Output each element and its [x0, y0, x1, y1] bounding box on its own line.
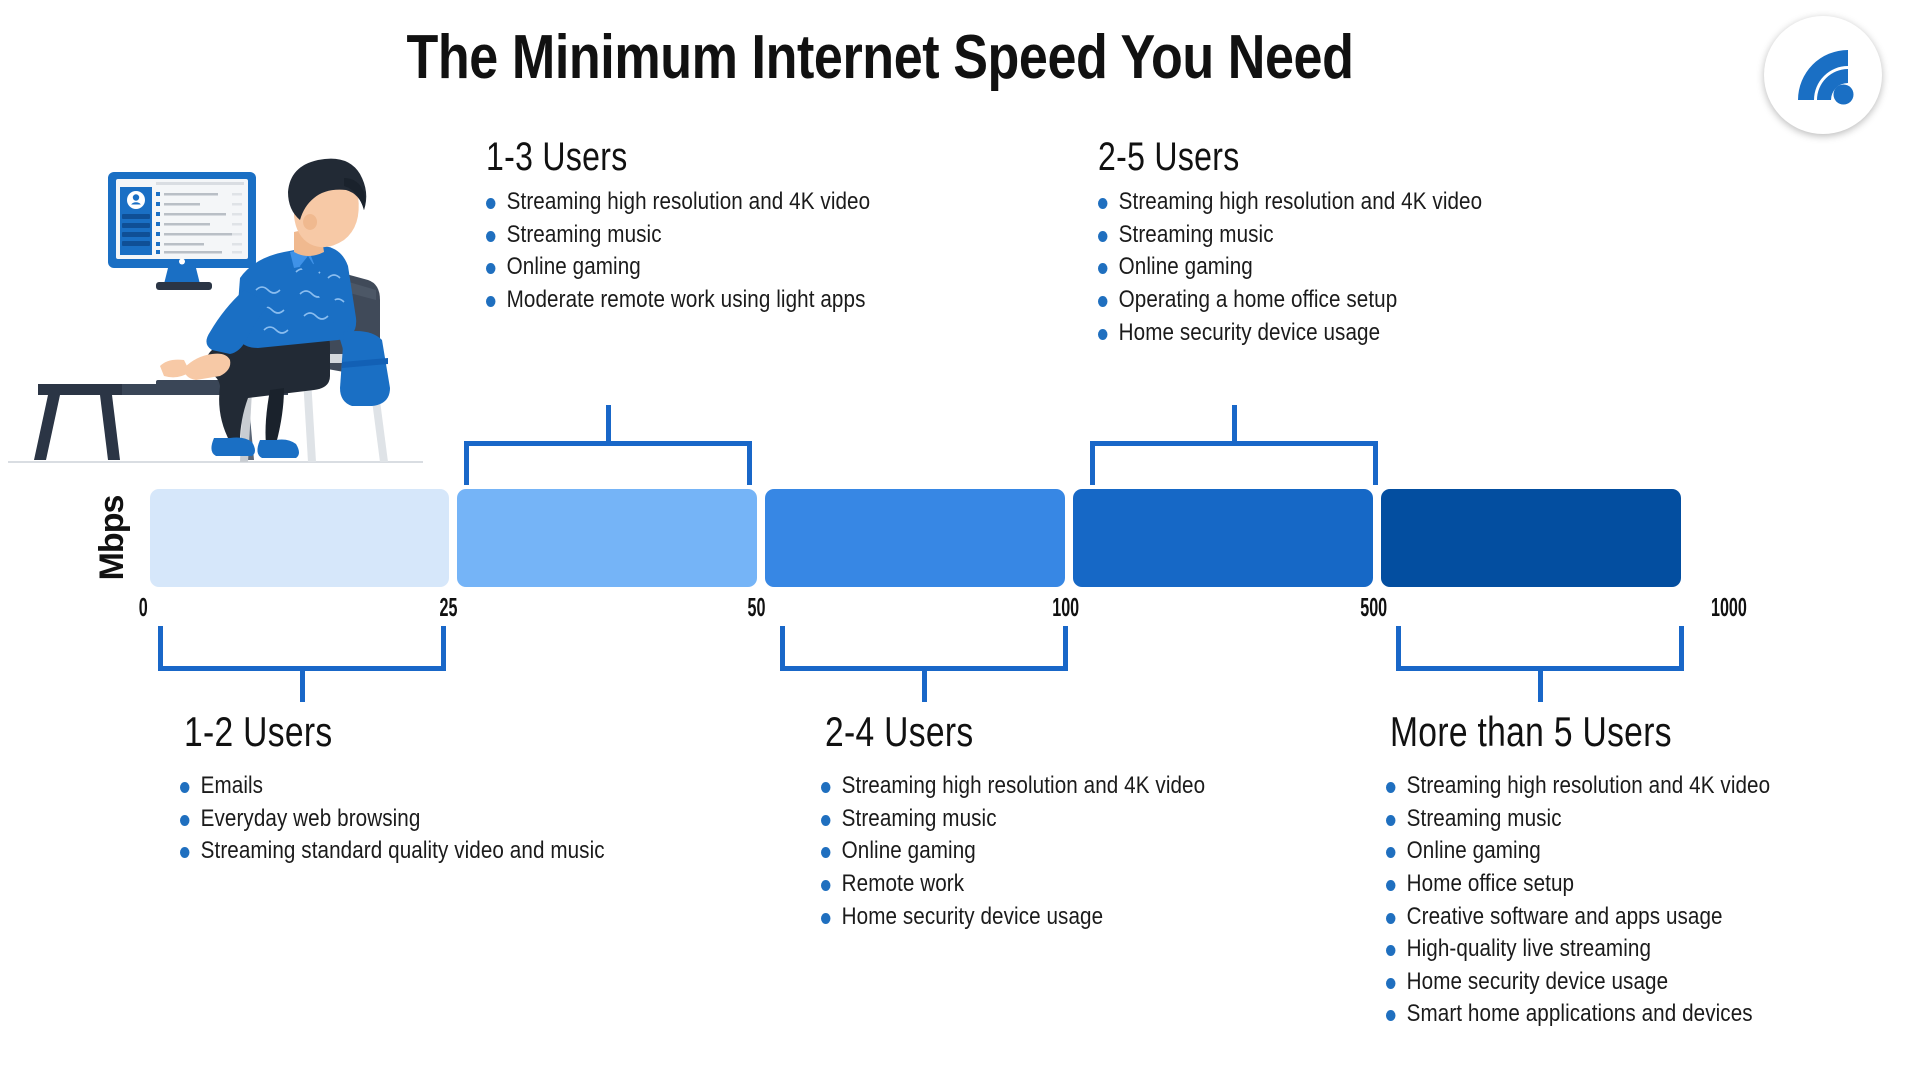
list-item: Streaming high resolution and 4K video [1098, 186, 1482, 219]
bracket-1-3-users [464, 405, 752, 485]
axis-tick-50: 50 [747, 592, 766, 622]
list-item: Online gaming [1098, 251, 1482, 284]
list-item: Streaming music [1098, 219, 1482, 252]
group-5-plus-users: More than 5 Users Streaming high resolut… [1386, 708, 1833, 1031]
list-item: Streaming music [821, 803, 1205, 836]
axis-tick-0: 0 [138, 592, 148, 622]
bar-segment-100-500 [1073, 489, 1373, 587]
bracket-2-4-users [780, 626, 1068, 702]
list-item: Creative software and apps usage [1386, 901, 1770, 934]
list-item: Streaming high resolution and 4K video [1386, 770, 1770, 803]
bar-segment-25-50 [457, 489, 757, 587]
group-5-plus-users-list: Streaming high resolution and 4K video S… [1386, 770, 1833, 1031]
list-item: Online gaming [1386, 835, 1770, 868]
group-1-2-users-list: Emails Everyday web browsing Streaming s… [180, 770, 674, 868]
group-2-5-users: 2-5 Users Streaming high resolution and … [1098, 135, 1545, 349]
axis-tick-1000: 1000 [1710, 592, 1747, 622]
group-1-2-users: 1-2 Users Emails Everyday web browsing S… [180, 708, 674, 868]
list-item: Smart home applications and devices [1386, 998, 1770, 1031]
group-2-5-users-heading: 2-5 Users [1098, 135, 1240, 179]
group-1-2-users-heading: 1-2 Users [184, 708, 333, 755]
bracket-2-5-users [1090, 405, 1378, 485]
group-1-3-users: 1-3 Users Streaming high resolution and … [486, 135, 933, 317]
axis-tick-25: 25 [439, 592, 458, 622]
axis-tick-500: 500 [1360, 592, 1388, 622]
list-item: Emails [180, 770, 605, 803]
list-item: Everyday web browsing [180, 803, 605, 836]
infographic-root: The Minimum Internet Speed You Need Mbps… [0, 0, 1920, 1080]
group-2-4-users-list: Streaming high resolution and 4K video S… [821, 770, 1268, 933]
group-2-5-users-list: Streaming high resolution and 4K video S… [1098, 186, 1545, 349]
list-item: High-quality live streaming [1386, 933, 1770, 966]
list-item: Operating a home office setup [1098, 284, 1482, 317]
bar-segment-50-100 [765, 489, 1065, 587]
person-at-desk-illustration [8, 140, 423, 470]
list-item: Home security device usage [821, 901, 1205, 934]
bracket-5-plus-users [1396, 626, 1684, 702]
group-1-3-users-heading: 1-3 Users [486, 135, 628, 179]
list-item: Home security device usage [1098, 317, 1482, 350]
list-item: Streaming standard quality video and mus… [180, 835, 605, 868]
list-item: Streaming high resolution and 4K video [486, 186, 870, 219]
list-item: Moderate remote work using light apps [486, 284, 870, 317]
list-item: Streaming music [486, 219, 870, 252]
group-1-3-users-list: Streaming high resolution and 4K video S… [486, 186, 933, 317]
group-2-4-users-heading: 2-4 Users [825, 708, 974, 755]
wifi-signal-icon [1798, 50, 1854, 105]
list-item: Online gaming [486, 251, 870, 284]
group-2-4-users: 2-4 Users Streaming high resolution and … [821, 708, 1268, 933]
list-item: Streaming music [1386, 803, 1770, 836]
group-5-plus-users-heading: More than 5 Users [1390, 708, 1672, 755]
axis-unit-label: Mbps [92, 495, 131, 581]
axis-tick-100: 100 [1052, 592, 1080, 622]
list-item: Home security device usage [1386, 966, 1770, 999]
bar-segment-0-25 [150, 489, 449, 587]
list-item: Remote work [821, 868, 1205, 901]
bar-segment-500-1000 [1381, 489, 1681, 587]
list-item: Home office setup [1386, 868, 1770, 901]
list-item: Online gaming [821, 835, 1205, 868]
list-item: Streaming high resolution and 4K video [821, 770, 1205, 803]
bracket-1-2-users [158, 626, 446, 702]
brand-logo [1764, 16, 1882, 134]
page-title: The Minimum Internet Speed You Need [406, 23, 1354, 92]
